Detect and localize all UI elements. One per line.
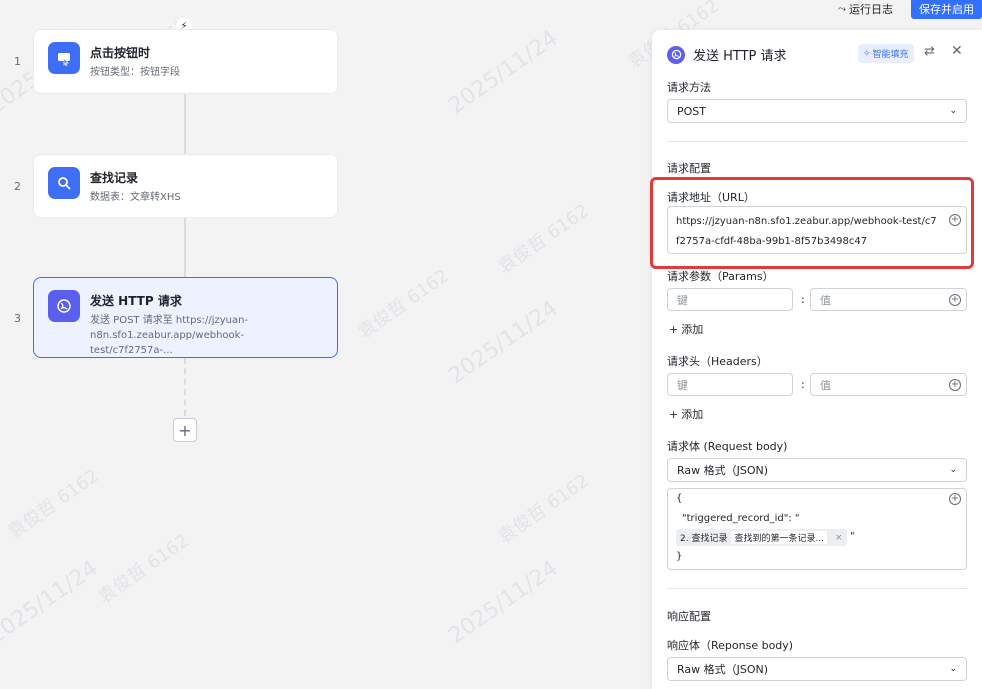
add-header-button[interactable]: + 添加	[669, 406, 703, 422]
body-format-select[interactable]: Raw 格式（JSON) ⌄	[667, 458, 967, 482]
chevron-down-icon: ⌄	[949, 664, 957, 674]
watermark-date: 2025/11/24	[444, 25, 563, 120]
trend-icon: ⤳	[838, 3, 846, 15]
response-format-select[interactable]: Raw 格式（JSON) ⌄	[667, 657, 967, 681]
flow-node-find-record[interactable]: 查找记录 数据表：文章转XHS	[33, 154, 338, 218]
globe-icon	[48, 290, 80, 322]
node-subtitle: 按钮类型：按钮字段	[90, 67, 180, 78]
watermark-name: 袁俊哲 6162	[494, 470, 593, 549]
insert-variable-icon[interactable]: +	[949, 493, 961, 505]
body-brace-close: }	[676, 551, 683, 562]
response-config-label: 响应配置	[667, 610, 711, 623]
response-body-label: 响应体（Reponse body)	[667, 639, 794, 652]
sparkle-icon: ✧	[863, 48, 871, 59]
value-placeholder: 值	[820, 293, 831, 307]
node-subtitle: 发送 POST 请求至 https://jzyuan- n8n.sfo1.zea…	[90, 313, 323, 358]
body-format-value: Raw 格式（JSON)	[677, 464, 769, 477]
key-placeholder: 键	[677, 378, 688, 392]
method-value: POST	[677, 104, 706, 118]
divider	[667, 588, 967, 589]
method-label: 请求方法	[667, 81, 711, 94]
node-title: 点击按钮时	[90, 46, 151, 60]
key-placeholder: 键	[677, 293, 688, 307]
headers-label: 请求头（Headers）	[667, 355, 768, 368]
headers-key-input[interactable]: 键	[667, 373, 793, 396]
watermark-date: 2025/11/24	[444, 555, 563, 650]
panel-title: 发送 HTTP 请求	[693, 49, 787, 64]
response-format-value: Raw 格式（JSON)	[677, 663, 769, 676]
smart-fill-button[interactable]: ✧ 智能填充	[858, 44, 914, 63]
button-click-icon	[48, 42, 80, 74]
watermark-date: 2025/11/24	[0, 555, 103, 650]
insert-variable-icon[interactable]: +	[949, 379, 961, 391]
add-label: 添加	[681, 323, 704, 336]
variable-chip[interactable]: 2. 查找记录 查找到的第一条记录... ×	[676, 529, 847, 546]
config-section-label: 请求配置	[667, 162, 711, 175]
add-param-button[interactable]: + 添加	[669, 321, 703, 337]
search-icon	[48, 167, 80, 199]
body-key: "triggered_record_id": "	[682, 513, 800, 524]
http-request-panel: 发送 HTTP 请求 ✧ 智能填充 ⇄ ✕ 请求方法 POST ⌄ 请求配置 请…	[652, 30, 982, 689]
kv-separator: :	[801, 293, 805, 306]
plus-icon: +	[669, 407, 679, 421]
watermark-name: 袁俊哲 6162	[494, 200, 593, 279]
body-brace-open: {	[676, 493, 683, 504]
body-quote: "	[850, 531, 855, 542]
chip-step: 2. 查找记录	[680, 534, 728, 544]
method-select[interactable]: POST ⌄	[667, 99, 967, 123]
params-label: 请求参数（Params）	[667, 270, 774, 283]
flow-connector	[184, 94, 186, 154]
url-highlight-box	[650, 177, 974, 269]
node-subtitle: 数据表：文章转XHS	[90, 192, 181, 203]
body-editor[interactable]: { "triggered_record_id": " 2. 查找记录 查找到的第…	[667, 488, 967, 570]
flow-connector-dashed	[184, 358, 186, 416]
step-number: 3	[14, 312, 21, 325]
params-key-input[interactable]: 键	[667, 288, 793, 311]
insert-variable-icon[interactable]: +	[949, 294, 961, 306]
close-icon[interactable]: ×	[835, 533, 843, 543]
smart-fill-label: 智能填充	[872, 50, 909, 60]
add-step-button[interactable]: +	[173, 418, 197, 442]
watermark-name: 袁俊哲 6162	[4, 465, 103, 544]
add-label: 添加	[681, 408, 704, 421]
plus-icon: +	[669, 322, 679, 336]
run-log-label: 运行日志	[849, 3, 893, 16]
close-icon[interactable]: ✕	[951, 43, 963, 59]
chevron-down-icon: ⌄	[949, 465, 957, 475]
divider	[667, 141, 967, 142]
run-log-link[interactable]: ⤳ 运行日志	[838, 1, 893, 17]
step-number: 1	[14, 55, 21, 68]
params-value-input[interactable]: 值	[810, 288, 967, 311]
kv-separator: :	[801, 378, 805, 391]
watermark-name: 袁俊哲 6162	[354, 265, 453, 344]
swap-icon[interactable]: ⇄	[924, 44, 935, 59]
globe-icon	[667, 45, 685, 64]
flow-node-http-request[interactable]: 发送 HTTP 请求 发送 POST 请求至 https://jzyuan- n…	[33, 277, 338, 358]
flow-node-button-trigger[interactable]: 点击按钮时 按钮类型：按钮字段	[33, 29, 338, 94]
flow-connector	[184, 218, 186, 278]
save-and-enable-button[interactable]: 保存并启用	[911, 0, 982, 19]
node-title: 发送 HTTP 请求	[90, 294, 182, 308]
body-label: 请求体 (Request body)	[667, 440, 788, 453]
node-subtitle-line: n8n.sfo1.zeabur.app/webhook-test/c7f2757…	[90, 330, 245, 356]
step-number: 2	[14, 180, 21, 193]
headers-value-input[interactable]: 值	[810, 373, 967, 396]
chip-value: 查找到的第一条记录...	[731, 531, 828, 544]
watermark-name: 袁俊哲 6162	[94, 530, 193, 609]
value-placeholder: 值	[820, 378, 831, 392]
node-title: 查找记录	[90, 171, 139, 185]
watermark-date: 2025/11/24	[444, 295, 563, 390]
node-subtitle-line: 发送 POST 请求至 https://jzyuan-	[90, 315, 249, 326]
chevron-down-icon: ⌄	[949, 106, 957, 116]
